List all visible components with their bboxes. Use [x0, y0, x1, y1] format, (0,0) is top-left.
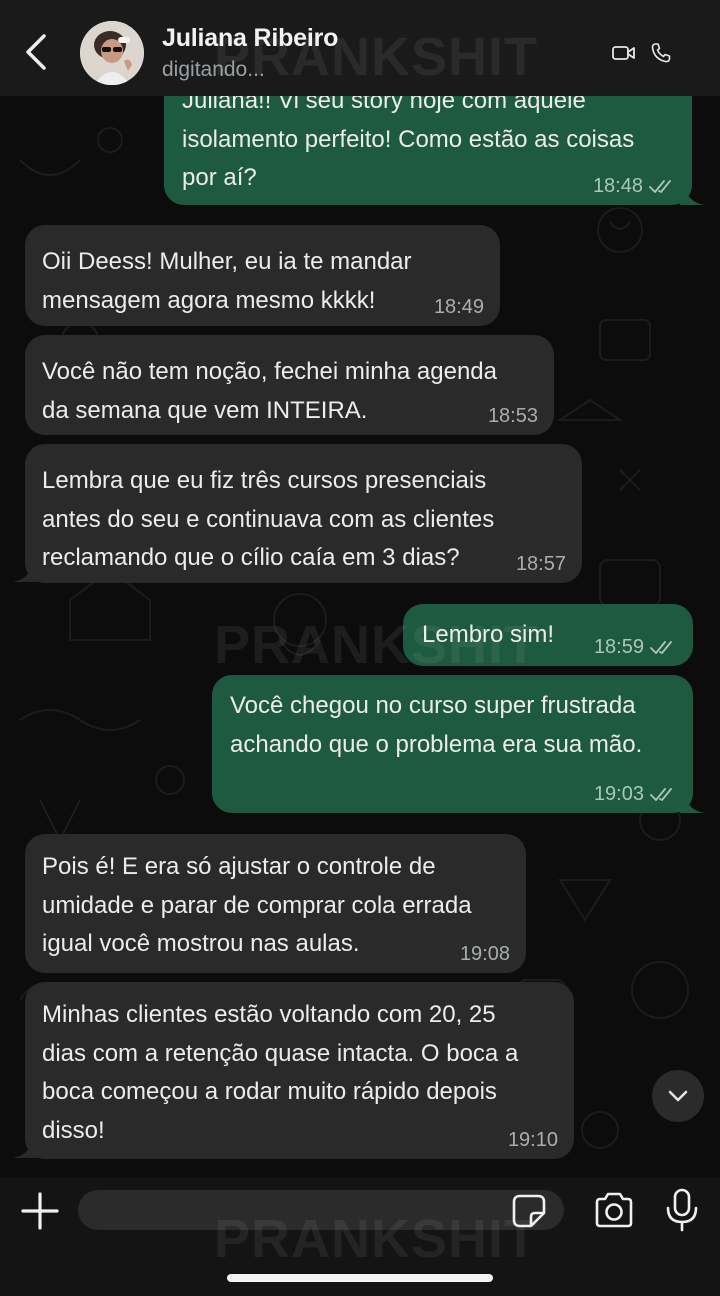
- message-bubble-incoming[interactable]: Oii Deess! Mulher, eu ia te mandar mensa…: [25, 225, 500, 326]
- message-text: Você não tem noção, fechei minha agenda …: [42, 358, 497, 424]
- typing-status: digitando...: [162, 58, 265, 81]
- bubble-tail: [680, 794, 704, 813]
- scroll-to-bottom-button[interactable]: [652, 1070, 704, 1122]
- sticker-button[interactable]: [511, 1193, 547, 1229]
- bubble-tail: [13, 1139, 37, 1158]
- message-time: 18:57: [515, 553, 566, 575]
- message-time: 18:49: [433, 296, 484, 318]
- message-time: 19:08: [459, 943, 510, 965]
- avatar[interactable]: [80, 21, 144, 85]
- message-meta: 18:57: [516, 553, 566, 575]
- message-composer: [0, 1178, 720, 1296]
- message-time: 19:10: [507, 1129, 558, 1151]
- contact-name[interactable]: Juliana Ribeiro: [162, 24, 338, 53]
- back-arrow-icon: [26, 34, 46, 70]
- message-meta: 19:10: [508, 1129, 558, 1151]
- message-meta: 18:49: [434, 296, 484, 318]
- chevron-down-icon: [668, 1090, 688, 1102]
- message-text: Minhas clientes estão voltando com 20, 2…: [42, 1001, 519, 1144]
- video-call-button[interactable]: [612, 44, 636, 62]
- bubble-tail: [13, 563, 37, 582]
- message-text: Lembra que eu fiz três cursos presenciai…: [42, 467, 495, 571]
- message-text: Você chegou no curso super frustrada ach…: [230, 692, 643, 758]
- plus-icon: [21, 1192, 59, 1230]
- message-bubble-incoming[interactable]: Você não tem noção, fechei minha agenda …: [25, 335, 554, 435]
- message-bubble-incoming[interactable]: Minhas clientes estão voltando com 20, 2…: [25, 982, 574, 1159]
- message-meta: 18:48: [593, 175, 676, 197]
- voice-message-button[interactable]: [664, 1188, 700, 1232]
- read-receipt-icon: [650, 641, 672, 654]
- camera-icon: [595, 1192, 633, 1228]
- sticker-icon: [512, 1194, 546, 1228]
- video-call-icon: [612, 46, 635, 60]
- message-meta: 18:53: [488, 405, 538, 427]
- microphone-icon: [666, 1188, 698, 1232]
- camera-button[interactable]: [593, 1191, 635, 1229]
- read-receipt-icon: [650, 788, 672, 801]
- chat-header: Juliana Ribeiro digitando...: [0, 0, 720, 96]
- read-receipt-icon: [649, 180, 671, 193]
- message-input[interactable]: [78, 1190, 564, 1230]
- message-bubble-incoming[interactable]: Lembra que eu fiz três cursos presenciai…: [25, 444, 582, 583]
- attach-button[interactable]: [20, 1191, 60, 1231]
- message-meta: 19:03: [594, 783, 677, 805]
- message-time: 18:53: [487, 405, 538, 427]
- home-indicator: [227, 1274, 493, 1282]
- bubble-tail: [680, 186, 704, 205]
- message-text: Oii Deess! Mulher, eu ia te mandar mensa…: [42, 248, 412, 314]
- avatar-photo: [80, 21, 144, 85]
- phone-icon: [651, 43, 671, 63]
- message-text: Pois é! E era só ajustar o controle de u…: [42, 853, 472, 957]
- message-time: 18:59: [593, 636, 644, 658]
- voice-call-button[interactable]: [650, 42, 672, 64]
- message-bubble-incoming[interactable]: Pois é! E era só ajustar o controle de u…: [25, 834, 526, 973]
- message-bubble-outgoing[interactable]: Lembro sim! 18:59: [403, 604, 693, 666]
- message-meta: 19:08: [460, 943, 510, 965]
- message-time: 18:48: [592, 175, 643, 197]
- message-meta: 18:59: [594, 636, 677, 658]
- message-time: 19:03: [593, 783, 644, 805]
- back-button[interactable]: [16, 30, 56, 74]
- message-bubble-outgoing[interactable]: Você chegou no curso super frustrada ach…: [212, 675, 693, 813]
